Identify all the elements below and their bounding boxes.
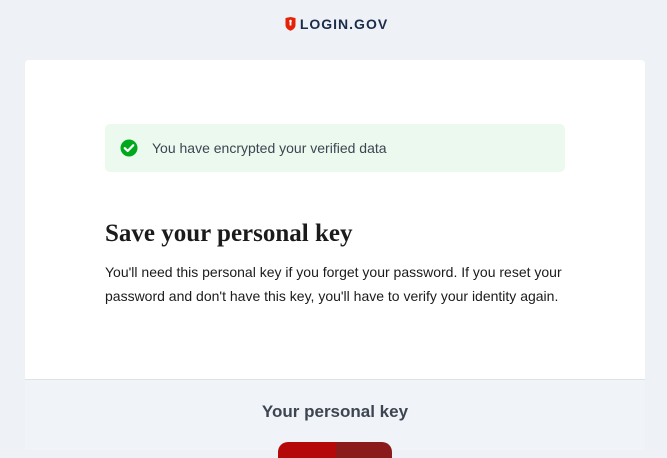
success-alert: You have encrypted your verified data	[105, 124, 565, 172]
alert-message: You have encrypted your verified data	[152, 140, 387, 156]
page-description: You'll need this personal key if you for…	[105, 264, 562, 304]
site-header: LOGIN.GOV	[0, 0, 667, 48]
check-circle-icon	[120, 139, 138, 157]
personal-key-heading: Your personal key	[261, 402, 409, 421]
personal-key-badge-left	[278, 442, 336, 458]
login-gov-logo[interactable]: LOGIN.GOV	[285, 16, 388, 32]
personal-key-section: Your personal key	[25, 380, 645, 458]
page-title: Save your personal key	[105, 220, 353, 247]
shield-icon	[285, 17, 296, 31]
content-card: You have encrypted your verified data Sa…	[25, 60, 645, 380]
logo-text: LOGIN.GOV	[299, 16, 389, 32]
personal-key-badge-right	[336, 442, 392, 458]
